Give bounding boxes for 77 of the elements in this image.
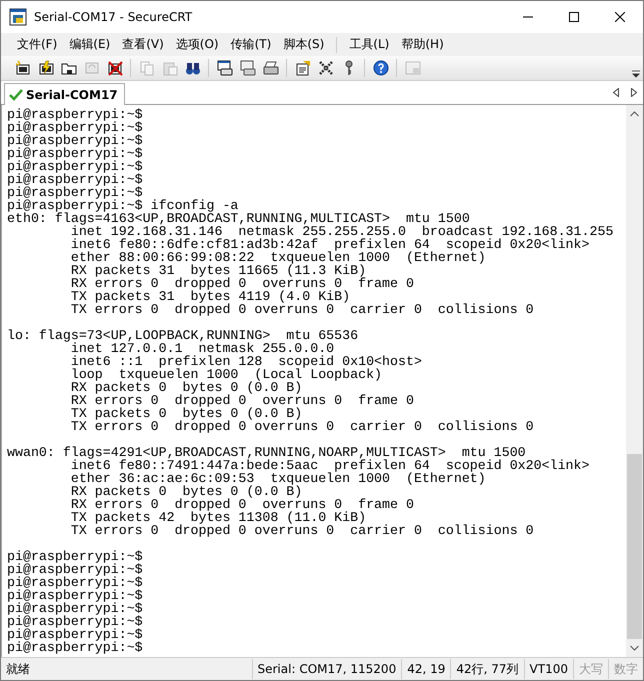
menu-item[interactable]: 查看(V) [116,36,170,53]
terminal-line: ether 36:ac:ae:6c:09:53 txqueuelen 1000 (Ethernet) [70,472,486,485]
menu-item[interactable]: 脚本(S) [277,36,330,53]
terminal-line: pi@raspberrypi:~$ [7,160,144,173]
maximize-icon [569,12,579,22]
terminal-line: inet6 fe80::6dfe:cf81:ad3b:42af prefixlen 64 scopeid 0x20<link> [70,238,590,251]
menu-item[interactable]: 帮助(H) [395,36,450,53]
disconnect-icon[interactable] [106,60,122,76]
terminal-line: pi@raspberrypi:~$ [7,628,144,641]
scroll-up-icon[interactable] [630,111,639,117]
terminal-line: lo: flags=73<UP,LOOPBACK,RUNNING> mtu 65536 [7,329,360,342]
terminal-line: inet 192.168.31.146 netmask 255.255.255.0 broadcast 192.168.31.255 [70,225,614,238]
status-pane: VT100 [524,659,573,679]
printer-icon[interactable] [262,60,278,76]
printer-icon[interactable] [240,60,256,76]
terminal-line: TX errors 0 dropped 0 overruns 0 carrier 0 collisions 0 [70,303,535,316]
document-settings-icon[interactable] [294,60,310,76]
close-icon [615,12,625,22]
terminal-line: RX errors 0 dropped 0 overruns 0 frame 0 [70,394,415,407]
terminal-line: inet6 ::1 prefixlen 128 scopeid 0x10<host> [70,355,423,368]
terminal-line: TX errors 0 dropped 0 overruns 0 carrier 0 collisions 0 [70,524,535,537]
terminal-line: eth0: flags=4163<UP,BROADCAST,RUNNING,MULTICAST> mtu 1500 [7,212,470,225]
scroll-down-icon[interactable] [630,645,639,651]
lightning-monitor-icon[interactable] [38,60,54,76]
right-arrow-icon[interactable] [631,88,637,97]
terminal-line: pi@raspberrypi:~$ [7,134,144,147]
status-pane: 大写 [573,659,608,679]
terminal-line: ether 88:00:66:99:08:22 txqueuelen 1000 (Ethernet) [70,251,486,264]
terminal-line: pi@raspberrypi:~$ [7,550,144,563]
status-pane: 42行, 77列 [450,659,524,679]
terminal-line: pi@raspberrypi:~$ [7,589,144,602]
scrollbar[interactable] [626,105,643,657]
status-pane: Serial: COM17, 115200 [252,659,402,679]
crossed-tools-icon[interactable] [318,60,334,76]
app-icon [9,8,27,26]
terminal-line: loop txqueuelen 1000 (Local Loopback) [70,368,384,381]
terminal-line: TX packets 0 bytes 0 (0.0 B) [70,407,304,420]
left-arrow-icon[interactable] [613,88,619,97]
terminal-line: RX errors 0 dropped 0 overruns 0 frame 0 [70,277,415,290]
terminal-line: pi@raspberrypi:~$ [7,641,144,654]
overflow-icon[interactable] [632,70,640,78]
status-pane: 数字 [608,659,643,679]
terminal-line: pi@raspberrypi:~$ [7,576,144,589]
scroll-thumb[interactable] [627,454,642,639]
terminal-line: wwan0: flags=4291<UP,BROADCAST,RUNNING,NOARP,MULTICAST> mtu 1500 [7,446,526,459]
terminal-line: pi@raspberrypi:~$ ifconfig -a [7,199,238,212]
terminal-line: RX errors 0 dropped 0 overruns 0 frame 0 [70,498,415,511]
terminal-line: RX packets 31 bytes 11665 (11.3 KiB) [70,264,366,277]
status-pane: 42, 19 [401,659,450,679]
session-tab[interactable]: Serial-COM17 [4,83,125,105]
terminal-line: inet 127.0.0.1 netmask 255.0.0.0 [70,342,336,355]
terminal-line: pi@raspberrypi:~$ [7,121,144,134]
terminal-line: pi@raspberrypi:~$ [7,602,144,615]
help-icon[interactable] [372,60,388,76]
menu-item[interactable]: 选项(O) [170,36,225,53]
printer-icon[interactable] [216,60,232,76]
terminal-line: TX errors 0 dropped 0 overruns 0 carrier 0 collisions 0 [70,420,535,433]
terminal-line: pi@raspberrypi:~$ [7,108,144,121]
terminal-line: TX packets 42 bytes 11308 (11.0 KiB) [70,511,366,524]
terminal-line: pi@raspberrypi:~$ [7,563,144,576]
new-connection-icon[interactable] [14,60,30,76]
terminal-line: pi@raspberrypi:~$ [7,615,144,628]
menu-item[interactable]: 工具(L) [343,36,396,53]
terminal-line: pi@raspberrypi:~$ [7,173,144,186]
check-icon [9,88,23,100]
terminal-line: RX packets 0 bytes 0 (0.0 B) [70,381,304,394]
menu-item[interactable]: 传输(T) [224,36,278,53]
window-title: Serial-COM17 - SecureCRT [34,10,192,24]
terminal-line: inet6 fe80::7491:447a:bede:5aac prefixlen 64 scopeid 0x20<link> [70,459,590,472]
status-message: 就绪 [5,660,31,678]
terminal-line: TX packets 31 bytes 4119 (4.0 KiB) [70,290,351,303]
binoculars-icon[interactable] [184,60,200,76]
terminal-line: RX packets 0 bytes 0 (0.0 B) [70,485,302,498]
menu-item[interactable]: 编辑(E) [63,36,116,53]
terminal-line: pi@raspberrypi:~$ [7,147,144,160]
menu-item[interactable]: 文件(F) [11,36,64,53]
terminal-line: pi@raspberrypi:~$ [7,186,144,199]
